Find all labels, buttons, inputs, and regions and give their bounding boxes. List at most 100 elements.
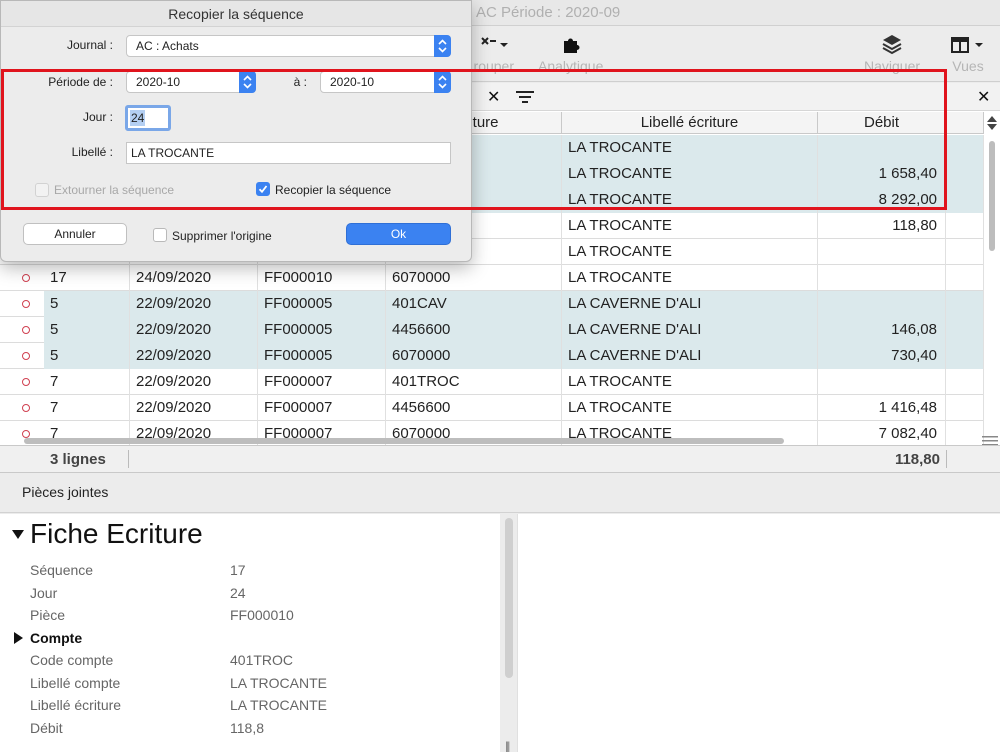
cell-compte[interactable]: 6070000 bbox=[386, 265, 562, 291]
journal-select[interactable]: AC : Achats bbox=[126, 35, 451, 57]
compte-section[interactable]: Compte bbox=[14, 630, 82, 646]
split-handle-icon[interactable]: ||| bbox=[505, 739, 511, 752]
table-row[interactable]: 17 24/09/2020 FF000010 6070000 LA TROCANTE bbox=[0, 265, 984, 291]
fiche-field-value: 401TROC bbox=[230, 652, 294, 668]
cell-libelle[interactable]: LA TROCANTE bbox=[562, 395, 818, 421]
attachment-preview-panel bbox=[517, 514, 1000, 752]
annotation-highlight bbox=[1, 69, 947, 210]
cell-compte[interactable]: 6070000 bbox=[386, 343, 562, 369]
fiche-field-label: Jour bbox=[30, 584, 58, 601]
cell-date[interactable]: 22/09/2020 bbox=[130, 369, 258, 395]
debit-total: 118,80 bbox=[894, 451, 940, 468]
cell-libelle[interactable]: LA CAVERNE D'ALI bbox=[562, 291, 818, 317]
supprimer-checkbox[interactable] bbox=[153, 228, 167, 242]
row-status-icon bbox=[22, 352, 30, 360]
cell-date[interactable]: 22/09/2020 bbox=[130, 317, 258, 343]
fiche-field: Pièce FF000010 bbox=[30, 607, 294, 623]
cell-debit[interactable] bbox=[818, 369, 946, 395]
ok-button[interactable]: Ok bbox=[346, 223, 451, 245]
fiche-scrollbar[interactable] bbox=[505, 518, 513, 678]
analytique-button[interactable]: Analytique bbox=[538, 32, 603, 74]
cell-libelle[interactable]: LA CAVERNE D'ALI bbox=[562, 343, 818, 369]
cell-empty[interactable] bbox=[946, 317, 984, 343]
cell-seq[interactable]: 5 bbox=[44, 291, 130, 317]
row-status-icon bbox=[22, 404, 30, 412]
cell-date[interactable]: 22/09/2020 bbox=[130, 395, 258, 421]
fiche-field-value: LA TROCANTE bbox=[230, 697, 327, 713]
fiche-field-label: Libellé écriture bbox=[30, 697, 122, 713]
cell-date[interactable]: 24/09/2020 bbox=[130, 265, 258, 291]
footer-divider bbox=[946, 450, 947, 468]
cell-date[interactable]: 22/09/2020 bbox=[130, 291, 258, 317]
puzzle-icon bbox=[561, 32, 581, 58]
cell-piece[interactable]: FF000010 bbox=[258, 265, 386, 291]
cell-compte[interactable]: 401CAV bbox=[386, 291, 562, 317]
cell-empty[interactable] bbox=[946, 161, 984, 187]
cell-piece[interactable]: FF000005 bbox=[258, 343, 386, 369]
cell-empty[interactable] bbox=[946, 343, 984, 369]
row-status-icon bbox=[22, 274, 30, 282]
cell-compte[interactable]: 4456600 bbox=[386, 317, 562, 343]
fiche-field-label: Code compte bbox=[30, 652, 114, 668]
cell-debit[interactable] bbox=[818, 291, 946, 317]
regrouper-button[interactable]: Regrouper bbox=[474, 32, 514, 74]
horizontal-scroll-thumb[interactable] bbox=[24, 438, 784, 444]
vertical-scrollbar[interactable] bbox=[986, 135, 998, 465]
attachments-label: Pièces jointes bbox=[22, 484, 109, 500]
cell-empty[interactable] bbox=[946, 239, 984, 265]
sort-icon[interactable] bbox=[986, 115, 998, 136]
table-row[interactable]: 5 22/09/2020 FF000005 401CAV LA CAVERNE D'AL… bbox=[0, 291, 984, 317]
cell-debit[interactable] bbox=[818, 265, 946, 291]
fiche-field-value: 118,8 bbox=[230, 719, 264, 736]
table-row[interactable]: 5 22/09/2020 FF000005 4456600 LA CAVERNE D'A… bbox=[0, 317, 984, 343]
vues-label: Vues bbox=[952, 58, 984, 74]
cell-empty[interactable] bbox=[946, 213, 984, 239]
cell-piece[interactable]: FF000005 bbox=[258, 317, 386, 343]
cell-debit[interactable] bbox=[818, 239, 946, 265]
fiche-field-value: 17 bbox=[230, 562, 246, 578]
cell-debit[interactable]: 146,08 bbox=[818, 317, 946, 343]
naviguer-button[interactable]: Naviguer bbox=[864, 32, 920, 74]
cell-seq[interactable]: 17 bbox=[44, 265, 130, 291]
vertical-scroll-thumb[interactable] bbox=[989, 141, 995, 251]
cell-piece[interactable]: FF000007 bbox=[258, 369, 386, 395]
cell-libelle[interactable]: LA CAVERNE D'ALI bbox=[562, 317, 818, 343]
disclosure-collapsed-icon[interactable] bbox=[14, 632, 23, 644]
cell-seq[interactable]: 7 bbox=[44, 369, 130, 395]
fiche-field-value: LA TROCANTE bbox=[230, 674, 327, 691]
vues-button[interactable]: Vues bbox=[950, 32, 986, 74]
fiche-field: Libellé compte LA TROCANTE bbox=[30, 675, 327, 691]
fiche-title[interactable]: Fiche Ecriture bbox=[12, 518, 203, 550]
cell-empty[interactable] bbox=[946, 395, 984, 421]
table-row[interactable]: 5 22/09/2020 FF000005 6070000 LA CAVERNE D'A… bbox=[0, 343, 984, 369]
attachments-bar[interactable]: Pièces jointes bbox=[0, 473, 1000, 513]
cell-seq[interactable]: 7 bbox=[44, 395, 130, 421]
cell-empty[interactable] bbox=[946, 135, 984, 161]
cell-debit[interactable]: 118,80 bbox=[818, 213, 946, 239]
cell-empty[interactable] bbox=[946, 369, 984, 395]
cell-empty[interactable] bbox=[946, 291, 984, 317]
cell-seq[interactable]: 5 bbox=[44, 343, 130, 369]
disclosure-triangle-icon[interactable] bbox=[12, 529, 24, 539]
compte-section-label: Compte bbox=[30, 630, 83, 646]
cell-libelle[interactable]: LA TROCANTE bbox=[562, 369, 818, 395]
cancel-button[interactable]: Annuler bbox=[23, 223, 127, 245]
cell-debit[interactable]: 730,40 bbox=[818, 343, 946, 369]
cell-piece[interactable]: FF000007 bbox=[258, 395, 386, 421]
cell-empty[interactable] bbox=[946, 265, 984, 291]
cell-debit[interactable]: 1 416,48 bbox=[818, 395, 946, 421]
close-grid-icon[interactable]: ✕ bbox=[977, 87, 990, 107]
row-status-icon bbox=[22, 378, 30, 386]
fiche-field: Code compte 401TROC bbox=[30, 652, 293, 668]
cell-libelle[interactable]: LA TROCANTE bbox=[562, 265, 818, 291]
cell-piece[interactable]: FF000005 bbox=[258, 291, 386, 317]
table-row[interactable]: 7 22/09/2020 FF000007 401TROC LA TROCANTE bbox=[0, 369, 984, 395]
cell-seq[interactable]: 5 bbox=[44, 317, 130, 343]
cell-date[interactable]: 22/09/2020 bbox=[130, 343, 258, 369]
table-row[interactable]: 7 22/09/2020 FF000007 4456600 LA TROCANTE 1 4… bbox=[0, 395, 984, 421]
cell-libelle[interactable]: LA TROCANTE bbox=[562, 239, 818, 265]
cell-libelle[interactable]: LA TROCANTE bbox=[562, 213, 818, 239]
cell-compte[interactable]: 401TROC bbox=[386, 369, 562, 395]
cell-empty[interactable] bbox=[946, 187, 984, 213]
cell-compte[interactable]: 4456600 bbox=[386, 395, 562, 421]
